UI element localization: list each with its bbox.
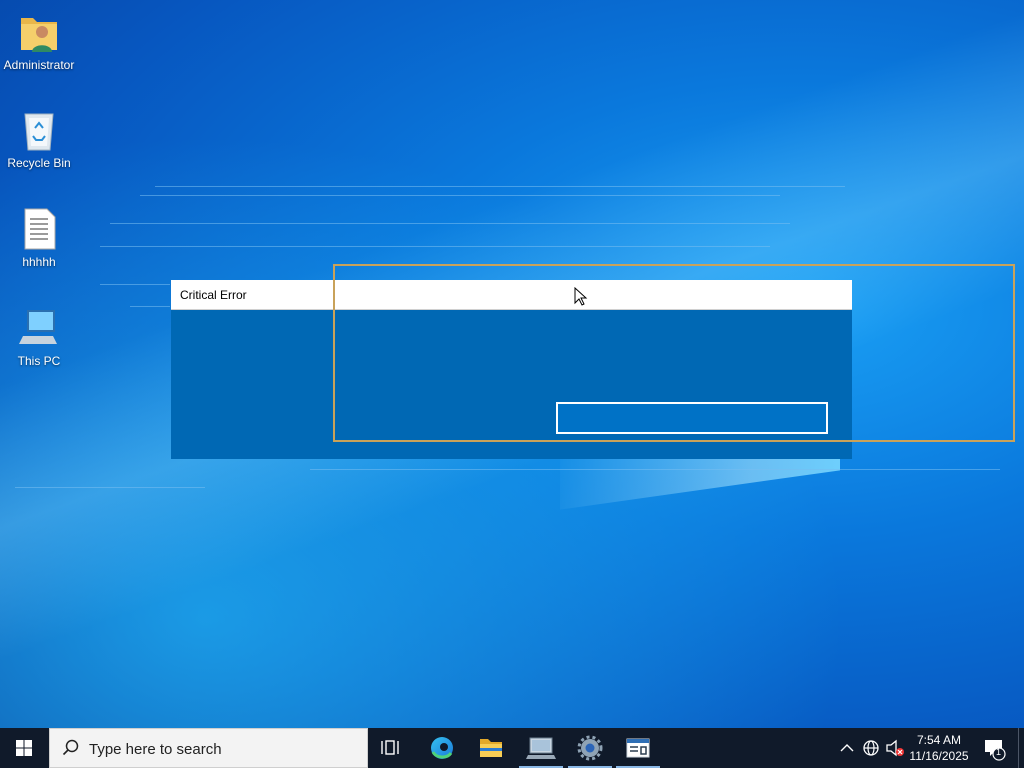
dialog-title: Critical Error bbox=[180, 288, 247, 302]
task-view-icon bbox=[381, 740, 399, 755]
desktop-icon-label: This PC bbox=[17, 354, 61, 368]
taskbar-file-explorer-button[interactable] bbox=[467, 728, 515, 768]
taskbar-settings-button[interactable] bbox=[566, 728, 614, 768]
desktop-icon-label: hhhhh bbox=[22, 255, 56, 269]
volume-tray-button[interactable] bbox=[884, 728, 906, 768]
notification-center-button[interactable]: 1 bbox=[980, 728, 1010, 768]
task-view-button[interactable] bbox=[368, 728, 416, 768]
search-placeholder: Type here to search bbox=[89, 741, 222, 758]
selection-rectangle bbox=[333, 264, 1015, 442]
start-button[interactable] bbox=[0, 728, 48, 768]
desktop-icon-administrator[interactable]: Administrator bbox=[0, 10, 78, 72]
chevron-up-icon bbox=[840, 744, 854, 752]
desktop-icon-this-pc[interactable]: This PC bbox=[0, 306, 78, 368]
artifact-line bbox=[15, 487, 205, 488]
tray-clock[interactable]: 7:54 AM 11/16/2025 bbox=[906, 732, 972, 764]
artifact-line bbox=[130, 306, 170, 307]
taskbar-network-app-button[interactable] bbox=[517, 728, 565, 768]
folder-icon bbox=[480, 739, 502, 757]
desktop-icon-hhhhh[interactable]: hhhhh bbox=[0, 207, 78, 269]
clock-time: 7:54 AM bbox=[916, 733, 962, 747]
show-desktop-button[interactable] bbox=[1018, 728, 1024, 768]
network-tray-button[interactable] bbox=[860, 728, 882, 768]
artifact-line bbox=[140, 195, 780, 196]
notification-icon bbox=[985, 740, 1006, 761]
globe-icon bbox=[863, 740, 879, 756]
recycle-bin-icon bbox=[19, 108, 59, 152]
taskbar: Type here to search 7:54 AM 11/16/2025 1 bbox=[0, 728, 1024, 768]
edge-icon bbox=[431, 737, 453, 759]
taskbar-window-app-button[interactable] bbox=[614, 728, 662, 768]
windows-logo-icon bbox=[16, 740, 32, 756]
network-computer-icon bbox=[526, 737, 556, 759]
text-file-icon bbox=[19, 207, 59, 251]
artifact-line bbox=[310, 469, 1000, 470]
mouse-cursor-icon bbox=[574, 287, 588, 306]
artifact-line bbox=[155, 186, 845, 187]
volume-muted-icon bbox=[886, 739, 904, 757]
desktop-icon-recycle-bin[interactable]: Recycle Bin bbox=[0, 108, 78, 170]
desktop-icon-label: Recycle Bin bbox=[7, 156, 71, 170]
taskbar-search-box[interactable]: Type here to search bbox=[49, 728, 368, 768]
desktop-icon-label: Administrator bbox=[3, 58, 75, 72]
window-app-icon bbox=[626, 738, 650, 758]
artifact-line bbox=[110, 223, 790, 224]
clock-date: 11/16/2025 bbox=[909, 749, 969, 763]
notification-count: 1 bbox=[996, 747, 1002, 757]
taskbar-edge-button[interactable] bbox=[418, 728, 466, 768]
search-icon bbox=[62, 739, 79, 756]
computer-icon bbox=[19, 306, 59, 350]
artifact-line bbox=[100, 284, 170, 285]
artifact-line bbox=[100, 246, 770, 247]
gear-icon bbox=[577, 735, 603, 761]
show-hidden-icons-button[interactable] bbox=[838, 728, 856, 768]
user-folder-icon bbox=[19, 10, 59, 54]
